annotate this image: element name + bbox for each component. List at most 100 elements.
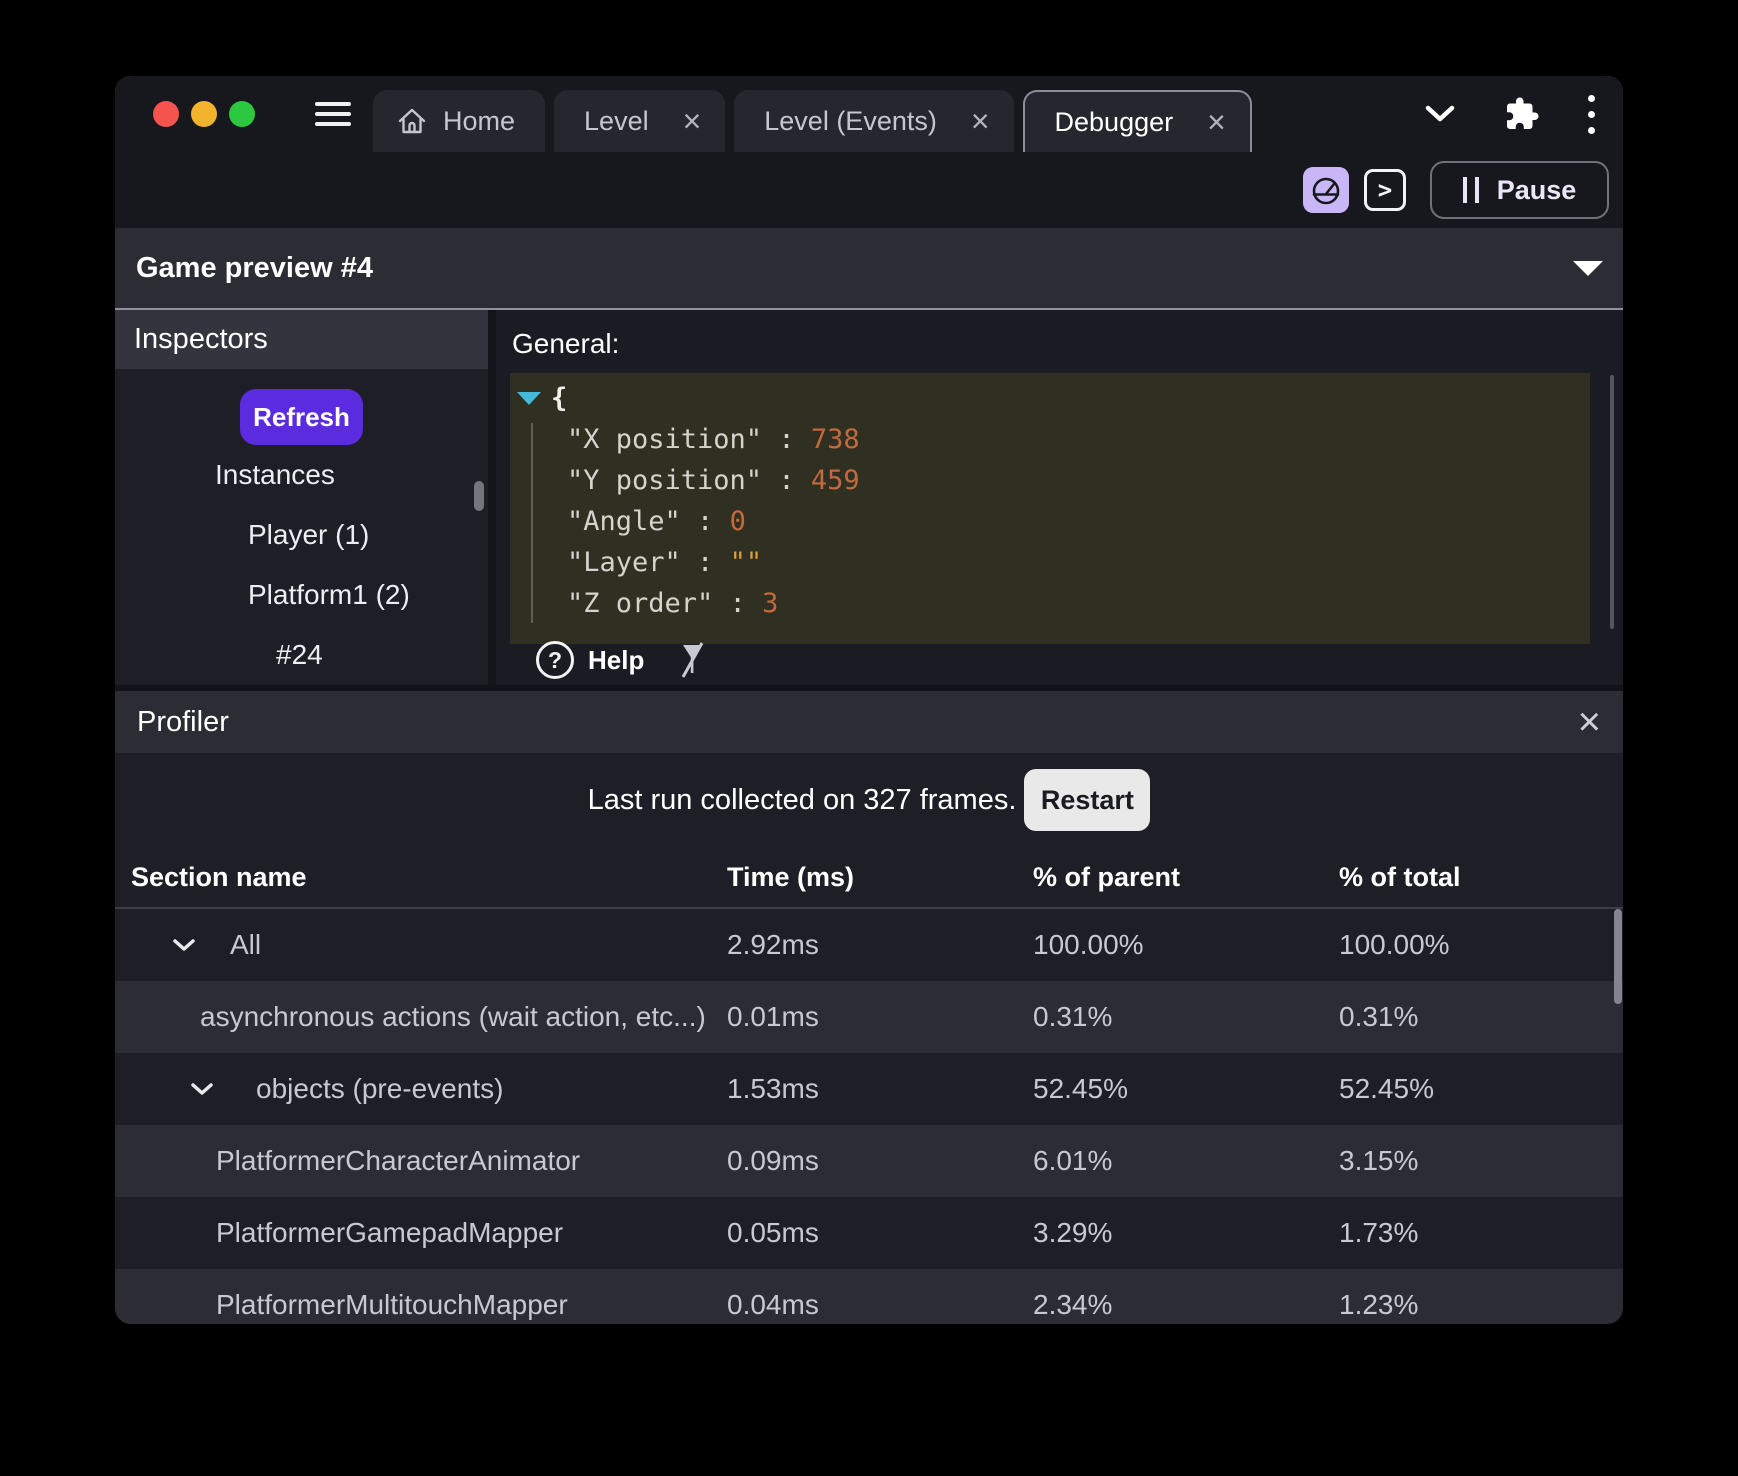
help-label[interactable]: Help — [588, 645, 644, 676]
percent-of-total-value: 52.45% — [1339, 1073, 1623, 1105]
time-value: 0.09ms — [727, 1145, 1033, 1177]
tab-label: Level — [584, 106, 649, 137]
indent-guide — [531, 423, 533, 623]
dropdown-caret-icon[interactable] — [1573, 261, 1603, 276]
percent-of-parent-value: 0.31% — [1033, 1001, 1339, 1033]
percent-of-total-value: 1.23% — [1339, 1289, 1623, 1321]
minimize-window-button[interactable] — [191, 101, 217, 127]
debugger-toolbar: > Pause — [115, 152, 1623, 228]
help-icon[interactable]: ? — [536, 641, 574, 679]
json-key: "X position" : — [567, 424, 811, 455]
tab-label: Home — [443, 106, 515, 137]
inspectors-tree: Instances Player (1) Platform1 (2) #24 — [115, 445, 488, 685]
percent-of-parent-value: 52.45% — [1033, 1073, 1339, 1105]
inspector-item-label: Instances — [215, 459, 335, 491]
percent-of-parent-value: 6.01% — [1033, 1145, 1339, 1177]
panel-divider — [488, 310, 496, 685]
open-brace: { — [551, 383, 567, 414]
chevron-down-icon[interactable] — [172, 938, 196, 952]
zoom-window-button[interactable] — [229, 101, 255, 127]
inspectors-scrollbar[interactable] — [474, 481, 484, 511]
game-preview-header[interactable]: Game preview #4 — [115, 228, 1623, 308]
section-name: All — [230, 929, 261, 961]
json-inspector: { "X position" : 738 "Y position" : 459 … — [510, 373, 1590, 644]
json-line: "Z order" : 3 — [567, 583, 1590, 624]
profiler-table-row: All 2.92ms 100.00% 100.00% — [115, 909, 1623, 981]
close-icon[interactable]: × — [1578, 702, 1601, 742]
profiler-table-row: PlatformerGamepadMapper 0.05ms 3.29% 1.7… — [115, 1197, 1623, 1269]
close-icon[interactable]: × — [683, 105, 702, 137]
inspector-item-label: Platform1 (2) — [248, 579, 410, 611]
pick-instance-disabled-icon[interactable] — [674, 640, 710, 680]
inspector-tree-item[interactable]: Player (1) — [115, 505, 488, 565]
percent-of-total-value: 3.15% — [1339, 1145, 1623, 1177]
inspector-item-label: Player (1) — [248, 519, 369, 551]
chevron-down-icon[interactable] — [1424, 104, 1456, 124]
time-value: 2.92ms — [727, 929, 1033, 961]
column-percent-total: % of total — [1339, 862, 1623, 893]
json-line: "Y position" : 459 — [567, 460, 1590, 501]
section-name: PlatformerCharacterAnimator — [216, 1145, 580, 1177]
close-icon[interactable]: × — [1207, 106, 1226, 138]
more-options-icon[interactable] — [1588, 95, 1595, 134]
section-name: PlatformerGamepadMapper — [216, 1217, 563, 1249]
json-line: "Angle" : 0 — [567, 501, 1590, 542]
json-key: "Y position" : — [567, 465, 811, 496]
tab-label: Level (Events) — [764, 106, 937, 137]
inspector-tree-item[interactable]: Instances — [115, 445, 488, 505]
inspector-tree-item[interactable]: #24 — [115, 625, 488, 685]
debugger-main: Inspectors Refresh Instances Player (1) … — [115, 308, 1623, 685]
menu-icon[interactable] — [315, 102, 351, 126]
profiler-table-row: objects (pre-events) 1.53ms 52.45% 52.45… — [115, 1053, 1623, 1125]
extensions-puzzle-icon[interactable] — [1504, 96, 1540, 132]
tab-debugger[interactable]: Debugger × — [1023, 90, 1252, 152]
profiler-status-row: Last run collected on 327 frames. Restar… — [115, 753, 1623, 847]
tab-strip: Home Level × Level (Events) × Debugger × — [373, 90, 1252, 152]
inspector-tree-item[interactable]: Platform1 (2) — [115, 565, 488, 625]
json-line: "Layer" : "" — [567, 542, 1590, 583]
profiler-gauge-icon[interactable] — [1303, 167, 1349, 213]
column-section-name: Section name — [115, 862, 727, 893]
json-key: "Z order" : — [567, 588, 762, 619]
json-key: "Angle" : — [567, 506, 730, 537]
section-name: PlatformerMultitouchMapper — [216, 1289, 568, 1321]
help-glyph: ? — [548, 647, 562, 674]
general-title: General: — [512, 328, 619, 360]
profiler-panel: Profiler × Last run collected on 327 fra… — [115, 685, 1623, 1324]
profiler-status-text: Last run collected on 327 frames. — [588, 784, 1017, 817]
profiler-header: Profiler × — [115, 691, 1623, 753]
percent-of-total-value: 0.31% — [1339, 1001, 1623, 1033]
tab-home[interactable]: Home — [373, 90, 545, 152]
time-value: 0.05ms — [727, 1217, 1033, 1249]
profiler-scrollbar[interactable] — [1614, 909, 1622, 1004]
json-value: 459 — [811, 465, 860, 496]
pause-icon — [1463, 177, 1479, 203]
general-scrollbar[interactable] — [1610, 375, 1614, 629]
pause-button[interactable]: Pause — [1430, 161, 1609, 219]
section-name: objects (pre-events) — [256, 1073, 503, 1105]
expander-triangle-icon[interactable] — [517, 392, 541, 405]
inspector-item-label: #24 — [276, 639, 323, 671]
json-value: "" — [730, 547, 763, 578]
close-window-button[interactable] — [153, 101, 179, 127]
close-icon[interactable]: × — [971, 105, 990, 137]
time-value: 1.53ms — [727, 1073, 1033, 1105]
tab-level-events[interactable]: Level (Events) × — [734, 90, 1013, 152]
section-name: asynchronous actions (wait action, etc..… — [200, 1001, 706, 1033]
json-lines: "X position" : 738 "Y position" : 459 "A… — [517, 419, 1590, 624]
help-row: ? Help — [536, 640, 710, 680]
tab-bar-actions — [1424, 95, 1623, 134]
tab-level[interactable]: Level × — [554, 90, 725, 152]
inspectors-header: Inspectors — [115, 310, 488, 369]
refresh-button[interactable]: Refresh — [240, 389, 363, 445]
percent-of-parent-value: 3.29% — [1033, 1217, 1339, 1249]
game-preview-title: Game preview #4 — [136, 252, 373, 285]
inspectors-panel: Inspectors Refresh Instances Player (1) … — [115, 310, 488, 685]
restart-button[interactable]: Restart — [1024, 769, 1150, 831]
home-icon — [397, 106, 427, 136]
column-percent-parent: % of parent — [1033, 862, 1339, 893]
console-icon[interactable]: > — [1364, 169, 1406, 211]
json-line: "X position" : 738 — [567, 419, 1590, 460]
json-value: 738 — [811, 424, 860, 455]
chevron-down-icon[interactable] — [190, 1082, 214, 1096]
